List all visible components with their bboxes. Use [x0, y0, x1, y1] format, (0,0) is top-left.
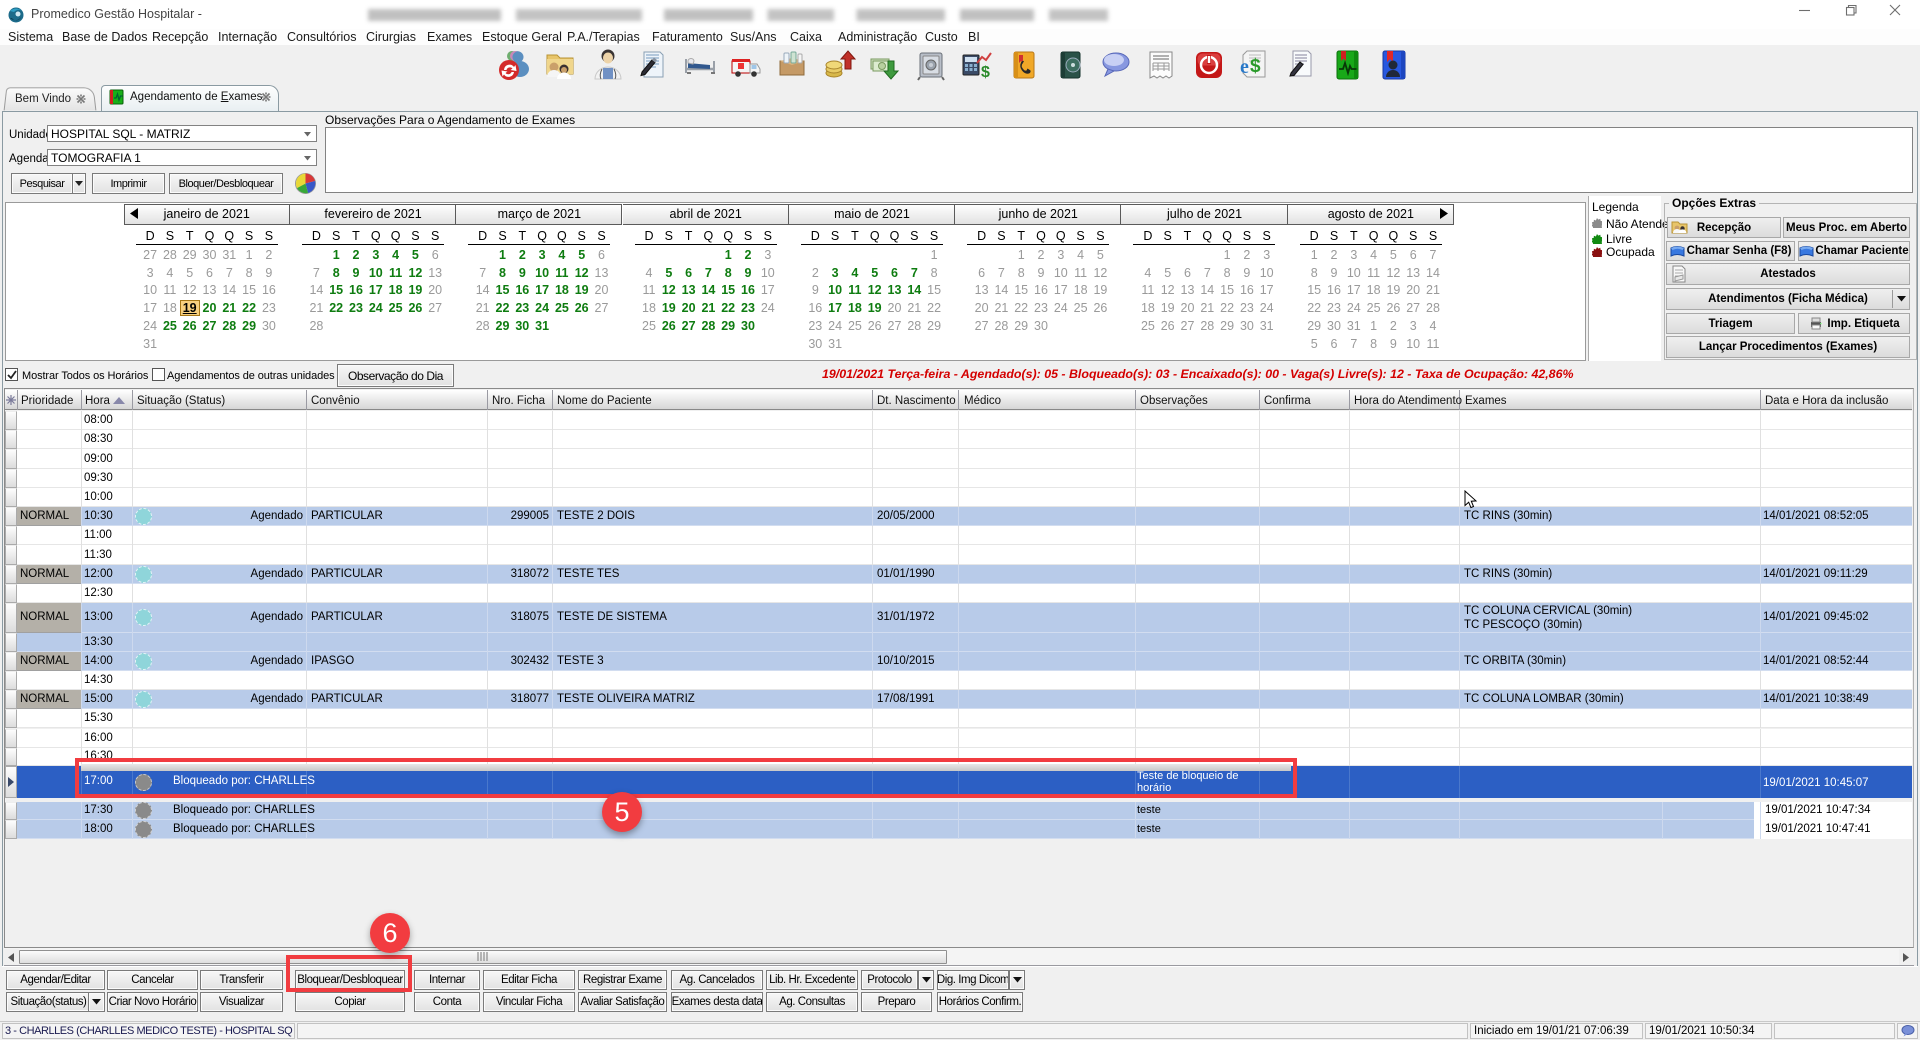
- svg-text:e: e: [1240, 56, 1249, 78]
- svg-text:$: $: [981, 64, 990, 81]
- svg-text:$: $: [1250, 56, 1261, 77]
